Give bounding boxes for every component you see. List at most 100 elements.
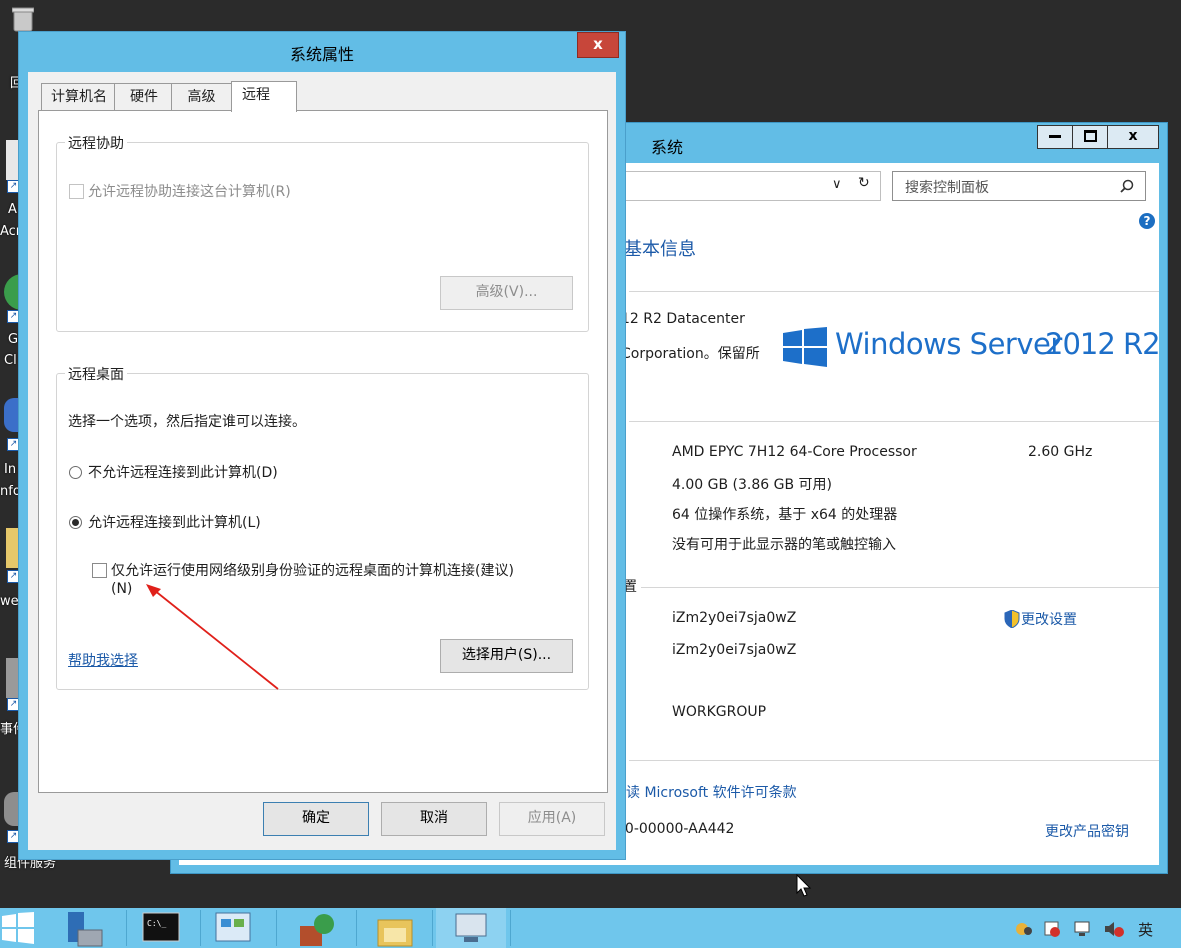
license-link[interactable]: 阅读 Microsoft 软件许可条款	[612, 782, 797, 802]
desktop-label-we: we	[0, 594, 19, 609]
nla-only-checkbox[interactable]	[92, 563, 107, 578]
search-placeholder: 搜索控制面板	[905, 180, 989, 196]
deny-remote-label[interactable]: 不允许远程连接到此计算机(D)	[88, 462, 278, 482]
taskbar-separator	[276, 910, 277, 946]
recycle-bin-icon[interactable]	[11, 6, 35, 32]
taskbar-separator	[200, 910, 201, 946]
apply-button[interactable]: 应用(A)	[499, 802, 605, 836]
remote-desktop-group: 远程桌面 选择一个选项，然后指定谁可以连接。 不允许远程连接到此计算机(D) 允…	[56, 364, 589, 690]
dialog-content: 计算机名 硬件 高级 远程 远程协助 允许远程协助连接这台计算机(R) 高级(V…	[28, 72, 616, 850]
remote-desktop-instruction: 选择一个选项，然后指定谁可以连接。	[68, 414, 306, 430]
close-icon: x	[1128, 128, 1138, 144]
start-button[interactable]	[0, 908, 50, 948]
help-icon[interactable]: ?	[1139, 213, 1155, 229]
mouse-cursor-icon	[796, 874, 812, 897]
maximize-icon	[1083, 130, 1097, 142]
taskbar-separator	[510, 910, 511, 946]
action-center-icon[interactable]	[1015, 921, 1033, 937]
close-button[interactable]: x	[1107, 125, 1159, 149]
file-explorer-icon	[377, 919, 413, 947]
taskbar-separator	[356, 910, 357, 946]
minimize-button[interactable]	[1037, 125, 1073, 149]
remote-tab-panel: 远程协助 允许远程协助连接这台计算机(R) 高级(V)... 远程桌面 选择一个…	[38, 110, 608, 793]
memory-value: 4.00 GB (3.86 GB 可用)	[672, 477, 832, 493]
search-input[interactable]: 搜索控制面板	[892, 171, 1146, 201]
remote-desktop-button[interactable]	[436, 908, 506, 948]
remote-desktop-title: 远程桌面	[65, 364, 127, 384]
radio-selected-dot	[72, 519, 79, 526]
change-settings-label: 更改设置	[1021, 612, 1077, 628]
desktop-label-a: A	[8, 202, 17, 217]
start-icon	[2, 912, 34, 944]
control-panel-button[interactable]	[202, 908, 272, 948]
cmd-button[interactable]: C:\_	[128, 908, 198, 948]
allow-remote-radio[interactable]	[69, 516, 82, 529]
svg-text:C:\_: C:\_	[147, 919, 166, 928]
acrobat-icon[interactable]	[6, 140, 18, 180]
system-properties-dialog: 系统属性 x 计算机名 硬件 高级 远程 远程协助 允许远程协助连接这台计算机(…	[18, 31, 626, 860]
cmd-icon: C:\_	[142, 912, 180, 942]
windows-logo-icon	[783, 327, 827, 367]
processor-value: AMD EPYC 7H12 64-Core Processor	[672, 444, 917, 460]
server-manager-icon	[68, 912, 103, 947]
event-viewer-icon[interactable]	[6, 658, 18, 698]
product-id-value: 00-00000-AA442	[616, 821, 735, 837]
section-heading: 基本信息	[624, 239, 696, 260]
deny-remote-radio[interactable]	[69, 466, 82, 479]
allow-remote-label[interactable]: 允许远程连接到此计算机(L)	[88, 512, 261, 532]
allow-remote-assistance-checkbox[interactable]	[69, 184, 84, 199]
tab-advanced[interactable]: 高级	[171, 83, 232, 110]
change-product-key-link[interactable]: 更改产品密钥	[1045, 821, 1129, 841]
network-button[interactable]	[280, 908, 350, 948]
taskbar-separator	[432, 910, 433, 946]
annotation-arrow	[146, 584, 279, 690]
taskbar-separator	[126, 910, 127, 946]
system-type-value: 64 位操作系统，基于 x64 的处理器	[672, 507, 898, 523]
tab-hardware[interactable]: 硬件	[114, 83, 174, 110]
input-language-indicator[interactable]: 英	[1138, 919, 1153, 940]
divider	[629, 421, 1159, 422]
remote-assistance-group: 远程协助 允许远程协助连接这台计算机(R) 高级(V)...	[56, 133, 589, 332]
shield-icon	[1004, 610, 1020, 628]
allow-remote-assistance-label: 允许远程协助连接这台计算机(R)	[88, 184, 291, 200]
maximize-button[interactable]	[1072, 125, 1108, 149]
taskbar: C:\_ 英	[0, 908, 1181, 948]
tab-remote[interactable]: 远程	[231, 81, 297, 112]
volume-muted-icon[interactable]	[1103, 920, 1125, 938]
network-icon	[300, 914, 334, 946]
close-icon: x	[593, 35, 603, 53]
tab-computer-name[interactable]: 计算机名	[41, 83, 117, 110]
select-users-button[interactable]: 选择用户(S)...	[440, 639, 573, 673]
computer-name-value: iZm2y0ei7sja0wZ	[672, 610, 797, 626]
refresh-icon[interactable]: ↻	[858, 175, 870, 191]
nla-only-label[interactable]: 仅允许运行使用网络级别身份验证的远程桌面的计算机连接(建议)	[111, 560, 514, 580]
help-me-choose-link[interactable]: 帮助我选择	[68, 650, 138, 670]
flag-icon[interactable]	[1043, 920, 1061, 938]
windows-edition: 12 R2 Datacenter	[621, 311, 745, 327]
divider	[629, 291, 1159, 292]
search-icon[interactable]	[1120, 179, 1134, 193]
divider	[629, 760, 1159, 761]
ok-button[interactable]: 确定	[263, 802, 369, 836]
desktop-label-in: In	[4, 462, 17, 477]
nla-only-label-mnemonic[interactable]: (N)	[111, 581, 132, 597]
network-tray-icon[interactable]	[1073, 920, 1093, 938]
folder-icon[interactable]	[6, 528, 18, 568]
file-explorer-button[interactable]	[360, 908, 430, 948]
advanced-button[interactable]: 高级(V)...	[440, 276, 573, 310]
full-name-value: iZm2y0ei7sja0wZ	[672, 642, 797, 658]
server-manager-button[interactable]	[58, 908, 128, 948]
cancel-button[interactable]: 取消	[381, 802, 487, 836]
workgroup-value: WORKGROUP	[672, 704, 767, 720]
dialog-close-button[interactable]: x	[577, 32, 619, 58]
remote-desktop-icon	[455, 913, 487, 942]
divider	[641, 587, 1159, 588]
windows-server-logo: Windows Server 2012 R2	[783, 325, 1163, 369]
system-window-title: 系统	[651, 138, 684, 157]
logo-version: 2012 R2	[1045, 327, 1161, 361]
desktop-label-cl: Cl	[4, 353, 17, 368]
pen-touch-value: 没有可用于此显示器的笔或触控输入	[672, 537, 896, 553]
dialog-title: 系统属性	[289, 45, 354, 64]
control-panel-icon	[215, 912, 251, 942]
chevron-down-icon[interactable]: ∨	[832, 177, 842, 192]
